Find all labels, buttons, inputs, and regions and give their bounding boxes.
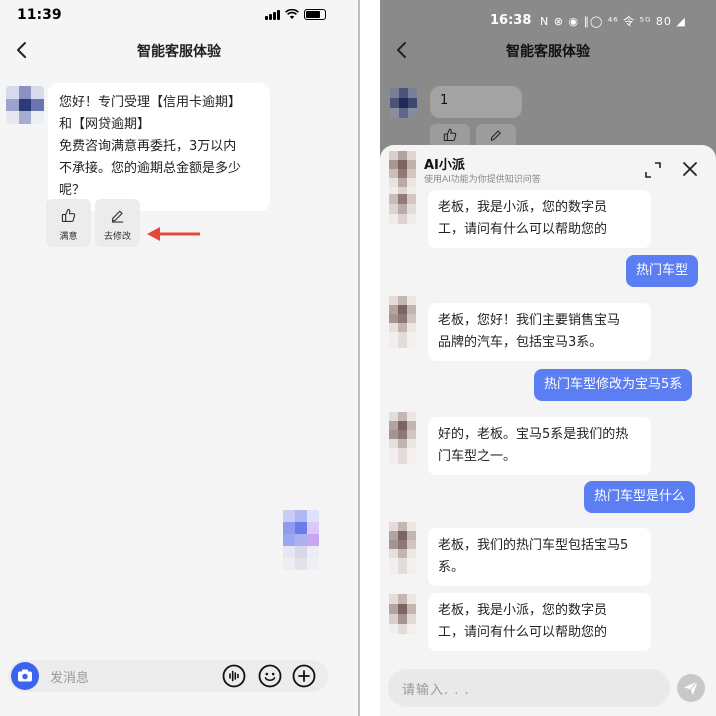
bot-avatar: [6, 86, 44, 124]
user-avatar: [283, 510, 319, 570]
ai-message-bubble: 老板，我们的热门车型包括宝马5 系。: [428, 528, 651, 586]
ai-message-bubble: 好的，老板。宝马5系是我们的热 门车型之一。: [428, 417, 651, 475]
bot-message-bubble: 您好！专门受理【信用卡逾期】 和【网贷逾期】 免费咨询满意再委托，3万以内 不承…: [48, 83, 270, 211]
ai-chat-input[interactable]: 请输入. . .: [388, 669, 670, 707]
close-icon[interactable]: [682, 161, 698, 177]
ai-avatar: [389, 594, 416, 634]
pencil-icon: [111, 210, 124, 223]
edit-button[interactable]: 去修改: [95, 199, 140, 247]
red-arrow-annotation: [147, 227, 200, 241]
send-icon: [684, 681, 698, 695]
ai-avatar: [389, 194, 416, 224]
status-icons: N ⊗ ◉ ∥◯ ⁴⁶ 令 ⁵ᴳ 80 ◢: [540, 15, 686, 28]
edit-label: 去修改: [103, 232, 131, 242]
plus-icon[interactable]: [292, 664, 316, 688]
camera-icon: [18, 669, 32, 682]
ai-message-bubble: 老板，您好！我们主要销售宝马 品牌的汽车，包括宝马3系。: [428, 303, 651, 361]
screen-divider: [358, 0, 360, 716]
ai-avatar: [389, 522, 416, 574]
like-label: 满意: [59, 232, 78, 242]
expand-icon[interactable]: [644, 161, 662, 179]
ai-message-bubble: 老板，我是小派，您的数字员 工，请问有什么可以帮助您的: [428, 190, 651, 248]
like-button[interactable]: 满意: [46, 199, 91, 247]
pencil-icon: [490, 130, 501, 141]
status-time: 11:39: [17, 7, 62, 23]
user-message-bubble: 热门车型: [626, 255, 699, 287]
background-message-bubble: 1: [430, 86, 522, 118]
ai-avatar: [389, 412, 416, 464]
ai-avatar: [389, 151, 416, 196]
battery-icon: [304, 9, 326, 20]
message-input[interactable]: 发消息: [50, 667, 89, 686]
ai-avatar: [389, 296, 416, 348]
page-title: 智能客服体验: [506, 44, 590, 60]
user-message-bubble: 热门车型修改为宝马5系: [534, 369, 693, 401]
ai-chat-input-placeholder: 请输入. . .: [402, 683, 470, 698]
signal-icon: [265, 9, 280, 20]
left-phone-screen: 11:39 智能客服体验 您好！专门受理【信用卡逾期】 和【网贷逾期】 免费咨询…: [0, 0, 358, 716]
message-line: 不承接。您的逾期总金额是多少: [59, 161, 242, 176]
ai-message-bubble: 老板，我是小派，您的数字员 工，请问有什么可以帮助您的: [428, 593, 651, 651]
status-bar: 11:39: [0, 0, 358, 30]
wifi-icon: [285, 9, 299, 19]
camera-button[interactable]: [11, 662, 39, 690]
status-time: 16:38: [490, 13, 532, 28]
bot-avatar: [390, 88, 417, 118]
right-phone-screen: 16:38 N ⊗ ◉ ∥◯ ⁴⁶ 令 ⁵ᴳ 80 ◢ 智能客服体验 1 AI小…: [380, 0, 716, 716]
emoji-icon[interactable]: [258, 664, 282, 688]
thumbs-up-icon: [443, 128, 457, 142]
thumbs-up-icon: [61, 208, 76, 222]
message-input-bar: 发消息: [8, 660, 328, 692]
nav-bar: 智能客服体验: [0, 36, 358, 64]
page-title: 智能客服体验: [137, 44, 221, 60]
status-icons: [265, 9, 326, 20]
message-line: 和【网贷逾期】: [59, 117, 151, 132]
message-line: 您好！专门受理【信用卡逾期】: [59, 95, 242, 110]
sheet-subtitle: 使用AI功能为你提供知识问答: [424, 175, 541, 185]
voice-icon[interactable]: [222, 664, 246, 688]
message-line: 免费咨询满意再委托，3万以内: [59, 139, 237, 154]
sheet-title: AI小派: [424, 158, 465, 173]
send-button[interactable]: [677, 674, 705, 702]
user-message-bubble: 热门车型是什么: [584, 481, 696, 513]
